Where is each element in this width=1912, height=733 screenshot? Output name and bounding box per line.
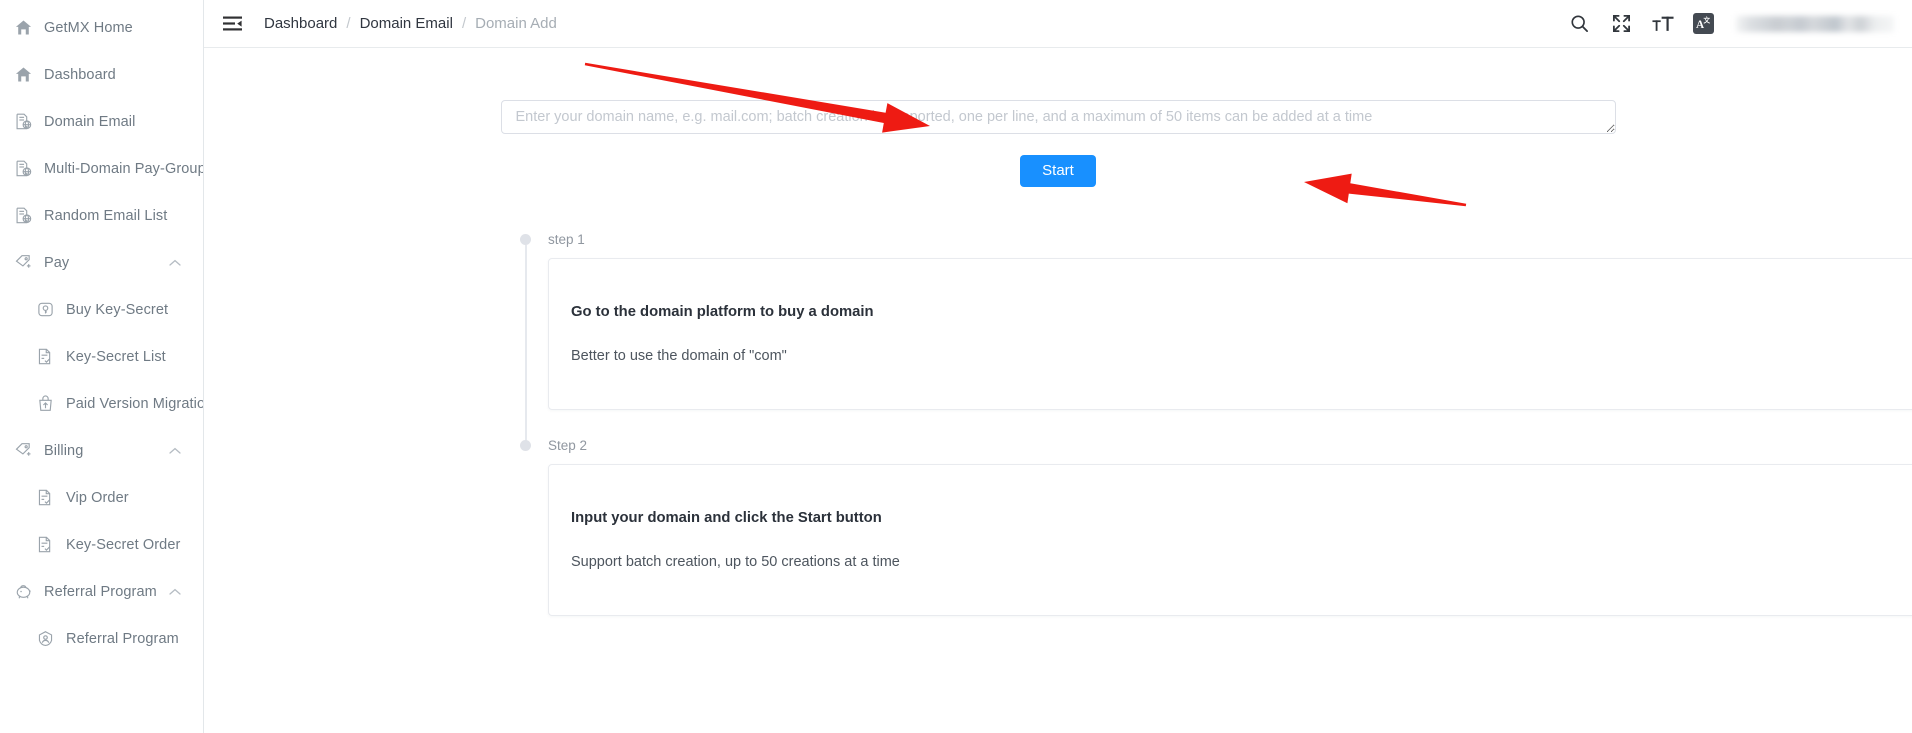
breadcrumb-separator: / xyxy=(461,15,467,32)
sidebar-item-billing[interactable]: Billing xyxy=(0,427,203,474)
svg-text:文: 文 xyxy=(1704,16,1711,25)
doc-check-icon xyxy=(34,487,56,509)
sidebar-item-label: Multi-Domain Pay-Group xyxy=(44,160,204,177)
step-item: Step 2 Input your domain and click the St… xyxy=(520,437,1912,643)
sidebar-item-label: Random Email List xyxy=(44,207,168,224)
search-icon[interactable] xyxy=(1567,12,1591,36)
step-label: Step 2 xyxy=(548,438,588,453)
chevron-up-icon[interactable] xyxy=(169,257,181,269)
chevron-up-icon[interactable] xyxy=(169,586,181,598)
step-item: step 1 Go to the domain platform to buy a… xyxy=(520,231,1912,443)
sidebar-item-label: Referral Program xyxy=(44,583,157,600)
share-badge-icon xyxy=(34,628,56,650)
step-description: Better to use the domain of "com" xyxy=(571,348,787,364)
domain-globe-icon xyxy=(12,205,34,227)
domain-globe-icon xyxy=(12,158,34,180)
sidebar-item-label: Key-Secret List xyxy=(66,348,166,365)
step-title: Go to the domain platform to buy a domai… xyxy=(571,304,874,320)
sidebar-item-label: Dashboard xyxy=(44,66,116,83)
main-area: Dashboard / Domain Email / Domain Add A … xyxy=(204,0,1912,733)
sidebar-item-buy-key-secret[interactable]: Buy Key-Secret xyxy=(0,286,203,333)
sidebar-item-label: Billing xyxy=(44,442,84,459)
fullscreen-icon[interactable] xyxy=(1609,12,1633,36)
sidebar-item-label: Domain Email xyxy=(44,113,136,130)
sidebar-item-referral-program[interactable]: Referral Program xyxy=(0,568,203,615)
step-card: Input your domain and click the Start bu… xyxy=(548,464,1912,616)
doc-check-icon xyxy=(34,346,56,368)
key-box-icon xyxy=(34,299,56,321)
tag-plus-icon xyxy=(12,252,34,274)
sidebar-item-paid-version-migration[interactable]: Paid Version Migration xyxy=(0,380,203,427)
sidebar-item-label: Buy Key-Secret xyxy=(66,301,169,318)
start-button-row: Start xyxy=(204,155,1912,187)
sidebar-item-multi-domain-pay-group[interactable]: Multi-Domain Pay-Group xyxy=(0,145,203,192)
sidebar-item-label: Key-Secret Order xyxy=(66,536,181,553)
sidebar-item-key-secret-order[interactable]: Key-Secret Order xyxy=(0,521,203,568)
breadcrumb-separator: / xyxy=(346,15,351,32)
sidebar-item-domain-email[interactable]: Domain Email xyxy=(0,98,203,145)
timeline-connector xyxy=(525,245,527,443)
sidebar-item-pay[interactable]: Pay xyxy=(0,239,203,286)
sidebar-item-label: Referral Program xyxy=(66,630,179,647)
step-label: step 1 xyxy=(548,232,585,247)
user-account-blurred[interactable] xyxy=(1736,15,1894,32)
sidebar-item-label: GetMX Home xyxy=(44,19,133,36)
header-actions: A 文 xyxy=(1567,12,1902,36)
sidebar-item-key-secret-list[interactable]: Key-Secret List xyxy=(0,333,203,380)
sidebar-item-dashboard[interactable]: Dashboard xyxy=(0,51,203,98)
page-content: Start step 1 Go to the domain platform to… xyxy=(204,48,1912,733)
sidebar: GetMX Home Dashboard Domain Email Multi-D… xyxy=(0,0,204,733)
sidebar-item-label: Vip Order xyxy=(66,489,129,506)
step-description: Support batch creation, up to 50 creatio… xyxy=(571,554,900,570)
domain-input[interactable] xyxy=(500,100,1616,134)
sidebar-item-random-email-list[interactable]: Random Email List xyxy=(0,192,203,239)
chevron-up-icon[interactable] xyxy=(169,445,181,457)
sidebar-item-label: Pay xyxy=(44,254,70,271)
bag-upload-icon xyxy=(34,393,56,415)
timeline-dot-icon xyxy=(520,440,531,451)
menu-fold-icon[interactable] xyxy=(218,10,246,38)
timeline-dot-icon xyxy=(520,234,531,245)
breadcrumb-item-domain-add: Domain Add xyxy=(475,15,557,32)
domain-input-row xyxy=(204,100,1912,134)
domain-globe-icon xyxy=(12,111,34,133)
doc-check-icon xyxy=(34,534,56,556)
top-header: Dashboard / Domain Email / Domain Add A … xyxy=(204,0,1912,48)
language-translate-icon[interactable]: A 文 xyxy=(1693,13,1714,34)
step-card: Go to the domain platform to buy a domai… xyxy=(548,258,1912,410)
step-title: Input your domain and click the Start bu… xyxy=(571,510,882,526)
breadcrumb-item-domain-email[interactable]: Domain Email xyxy=(360,15,453,32)
sidebar-item-getmx-home[interactable]: GetMX Home xyxy=(0,4,203,51)
start-button[interactable]: Start xyxy=(1020,155,1096,187)
font-size-icon[interactable] xyxy=(1651,12,1675,36)
app-root: GetMX Home Dashboard Domain Email Multi-D… xyxy=(0,0,1912,733)
breadcrumb-item-dashboard[interactable]: Dashboard xyxy=(264,15,337,32)
sidebar-item-referral-program[interactable]: Referral Program xyxy=(0,615,203,662)
sidebar-item-vip-order[interactable]: Vip Order xyxy=(0,474,203,521)
home-icon xyxy=(12,64,34,86)
piggy-bank-icon xyxy=(12,581,34,603)
steps-timeline: step 1 Go to the domain platform to buy a… xyxy=(520,231,1912,643)
breadcrumb: Dashboard / Domain Email / Domain Add xyxy=(264,15,557,32)
tag-plus-icon xyxy=(12,440,34,462)
home-icon xyxy=(12,17,34,39)
sidebar-item-label: Paid Version Migration xyxy=(66,395,204,412)
